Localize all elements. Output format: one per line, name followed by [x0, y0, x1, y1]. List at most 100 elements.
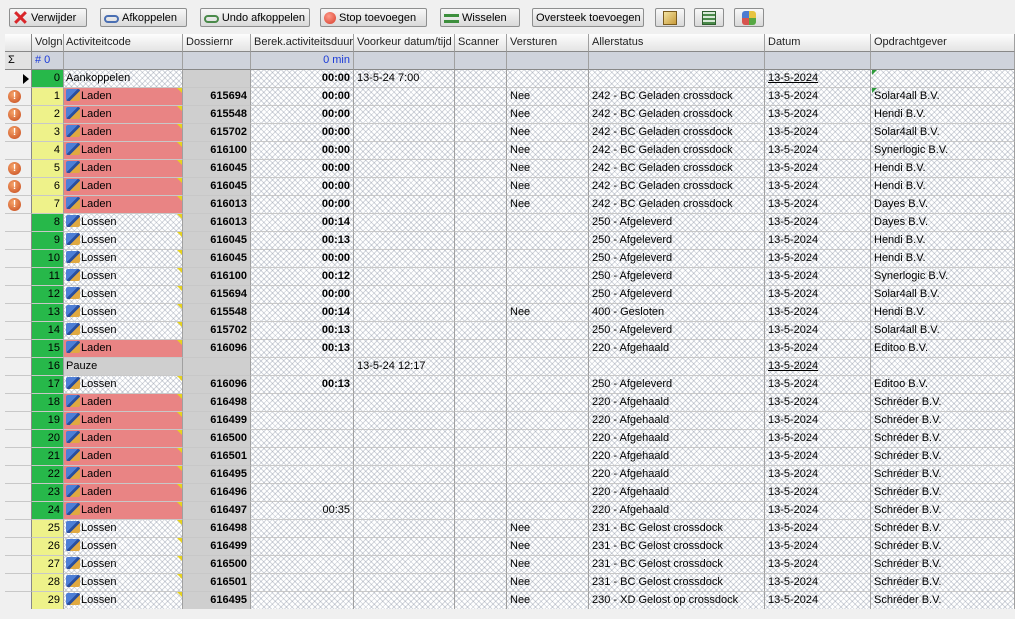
- cell-scanner[interactable]: [455, 574, 507, 592]
- cell-allerstatus[interactable]: 400 - Gesloten: [589, 304, 765, 322]
- cell-allerstatus[interactable]: 250 - Afgeleverd: [589, 268, 765, 286]
- cell-allerstatus[interactable]: 250 - Afgeleverd: [589, 214, 765, 232]
- cell-activiteitcode[interactable]: Lossen: [64, 592, 183, 609]
- cell-allerstatus[interactable]: 230 - XD Gelost op crossdock: [589, 592, 765, 609]
- cell-voorkeur[interactable]: [354, 304, 455, 322]
- cell-dossiernr[interactable]: [183, 70, 251, 88]
- cell-opdrachtgever[interactable]: Solar4all B.V.: [871, 88, 1015, 106]
- cell-opdrachtgever[interactable]: Synerlogic B.V.: [871, 142, 1015, 160]
- row-indicator[interactable]: [5, 358, 32, 376]
- cell-duur[interactable]: 00:35: [251, 502, 354, 520]
- cell-volgnr[interactable]: 2: [32, 106, 64, 124]
- cell-duur[interactable]: [251, 466, 354, 484]
- cell-datum[interactable]: 13-5-2024: [765, 124, 871, 142]
- cell-versturen[interactable]: [507, 502, 589, 520]
- cell-allerstatus[interactable]: 250 - Afgeleverd: [589, 322, 765, 340]
- cell-duur[interactable]: 00:00: [251, 250, 354, 268]
- cell-versturen[interactable]: Nee: [507, 178, 589, 196]
- cell-voorkeur[interactable]: [354, 430, 455, 448]
- cell-voorkeur[interactable]: [354, 196, 455, 214]
- cell-scanner[interactable]: [455, 142, 507, 160]
- cell-dossiernr[interactable]: 616497: [183, 502, 251, 520]
- cell-activiteitcode[interactable]: Lossen: [64, 304, 183, 322]
- cell-voorkeur[interactable]: [354, 250, 455, 268]
- cell-activiteitcode[interactable]: Lossen: [64, 268, 183, 286]
- cell-versturen[interactable]: [507, 322, 589, 340]
- cell-volgnr[interactable]: 14: [32, 322, 64, 340]
- cell-duur[interactable]: 00:00: [251, 124, 354, 142]
- row-indicator[interactable]: !: [5, 124, 32, 142]
- cell-volgnr[interactable]: 22: [32, 466, 64, 484]
- cell-datum[interactable]: 13-5-2024: [765, 286, 871, 304]
- col-header-activiteitcode[interactable]: Activiteitcode: [64, 34, 183, 52]
- cell-volgnr[interactable]: 17: [32, 376, 64, 394]
- cell-voorkeur[interactable]: [354, 124, 455, 142]
- uncouple-button[interactable]: Afkoppelen: [100, 8, 187, 27]
- cell-allerstatus[interactable]: 231 - BC Gelost crossdock: [589, 520, 765, 538]
- cell-allerstatus[interactable]: 242 - BC Geladen crossdock: [589, 124, 765, 142]
- cell-voorkeur[interactable]: [354, 142, 455, 160]
- table-row[interactable]: 21 Laden 616501 220 - Afgehaald 13-5-2024 Sch…: [5, 448, 1015, 466]
- cell-scanner[interactable]: [455, 502, 507, 520]
- table-row[interactable]: 14 Lossen 615702 00:13 250 - Afgeleverd 13-5-…: [5, 322, 1015, 340]
- add-crossing-button[interactable]: Oversteek toevoegen: [532, 8, 644, 27]
- cell-duur[interactable]: [251, 430, 354, 448]
- cell-versturen[interactable]: [507, 340, 589, 358]
- cell-dossiernr[interactable]: 616498: [183, 394, 251, 412]
- cell-scanner[interactable]: [455, 322, 507, 340]
- cell-volgnr[interactable]: 28: [32, 574, 64, 592]
- table-row[interactable]: 10 Lossen 616045 00:00 250 - Afgeleverd 13-5-…: [5, 250, 1015, 268]
- row-indicator[interactable]: [5, 214, 32, 232]
- table-row[interactable]: 29 Lossen 616495 Nee 230 - XD Gelost op cros…: [5, 592, 1015, 609]
- cell-datum[interactable]: 13-5-2024: [765, 376, 871, 394]
- cell-dossiernr[interactable]: 616096: [183, 376, 251, 394]
- cell-volgnr[interactable]: 4: [32, 142, 64, 160]
- cell-scanner[interactable]: [455, 448, 507, 466]
- cell-versturen[interactable]: [507, 286, 589, 304]
- cell-dossiernr[interactable]: 616013: [183, 196, 251, 214]
- cell-activiteitcode[interactable]: Laden: [64, 394, 183, 412]
- cell-scanner[interactable]: [455, 214, 507, 232]
- cell-activiteitcode[interactable]: Lossen: [64, 232, 183, 250]
- cell-activiteitcode[interactable]: Laden: [64, 160, 183, 178]
- cell-activiteitcode[interactable]: Laden: [64, 412, 183, 430]
- cell-duur[interactable]: [251, 394, 354, 412]
- cell-activiteitcode[interactable]: Laden: [64, 466, 183, 484]
- cell-duur[interactable]: 00:13: [251, 376, 354, 394]
- cell-scanner[interactable]: [455, 106, 507, 124]
- cell-voorkeur[interactable]: [354, 106, 455, 124]
- cell-volgnr[interactable]: 10: [32, 250, 64, 268]
- cell-opdrachtgever[interactable]: Synerlogic B.V.: [871, 268, 1015, 286]
- cell-datum[interactable]: 13-5-2024: [765, 268, 871, 286]
- cell-versturen[interactable]: Nee: [507, 538, 589, 556]
- cell-scanner[interactable]: [455, 430, 507, 448]
- table-row[interactable]: 17 Lossen 616096 00:13 250 - Afgeleverd 13-5-…: [5, 376, 1015, 394]
- cell-datum[interactable]: 13-5-2024: [765, 448, 871, 466]
- cell-voorkeur[interactable]: [354, 178, 455, 196]
- table-row[interactable]: 22 Laden 616495 220 - Afgehaald 13-5-2024 Sch…: [5, 466, 1015, 484]
- row-indicator[interactable]: [5, 574, 32, 592]
- cell-versturen[interactable]: [507, 214, 589, 232]
- cell-datum[interactable]: 13-5-2024: [765, 70, 871, 88]
- cell-voorkeur[interactable]: [354, 376, 455, 394]
- cell-voorkeur[interactable]: [354, 448, 455, 466]
- cell-volgnr[interactable]: 3: [32, 124, 64, 142]
- cell-scanner[interactable]: [455, 70, 507, 88]
- cell-dossiernr[interactable]: 616495: [183, 466, 251, 484]
- cell-allerstatus[interactable]: 220 - Afgehaald: [589, 466, 765, 484]
- cell-duur[interactable]: [251, 538, 354, 556]
- table-row[interactable]: 11 Lossen 616100 00:12 250 - Afgeleverd 13-5-…: [5, 268, 1015, 286]
- cell-versturen[interactable]: Nee: [507, 124, 589, 142]
- cell-volgnr[interactable]: 21: [32, 448, 64, 466]
- table-row[interactable]: 9 Lossen 616045 00:13 250 - Afgeleverd 13-5-2…: [5, 232, 1015, 250]
- cell-dossiernr[interactable]: 615702: [183, 124, 251, 142]
- col-header-duur[interactable]: Berek.activiteitsduur: [251, 34, 354, 52]
- cell-scanner[interactable]: [455, 88, 507, 106]
- cell-datum[interactable]: 13-5-2024: [765, 358, 871, 376]
- cell-dossiernr[interactable]: 616045: [183, 250, 251, 268]
- cell-scanner[interactable]: [455, 304, 507, 322]
- cell-volgnr[interactable]: 19: [32, 412, 64, 430]
- cell-duur[interactable]: [251, 448, 354, 466]
- cell-voorkeur[interactable]: [354, 160, 455, 178]
- table-row[interactable]: 25 Lossen 616498 Nee 231 - BC Gelost crossdo…: [5, 520, 1015, 538]
